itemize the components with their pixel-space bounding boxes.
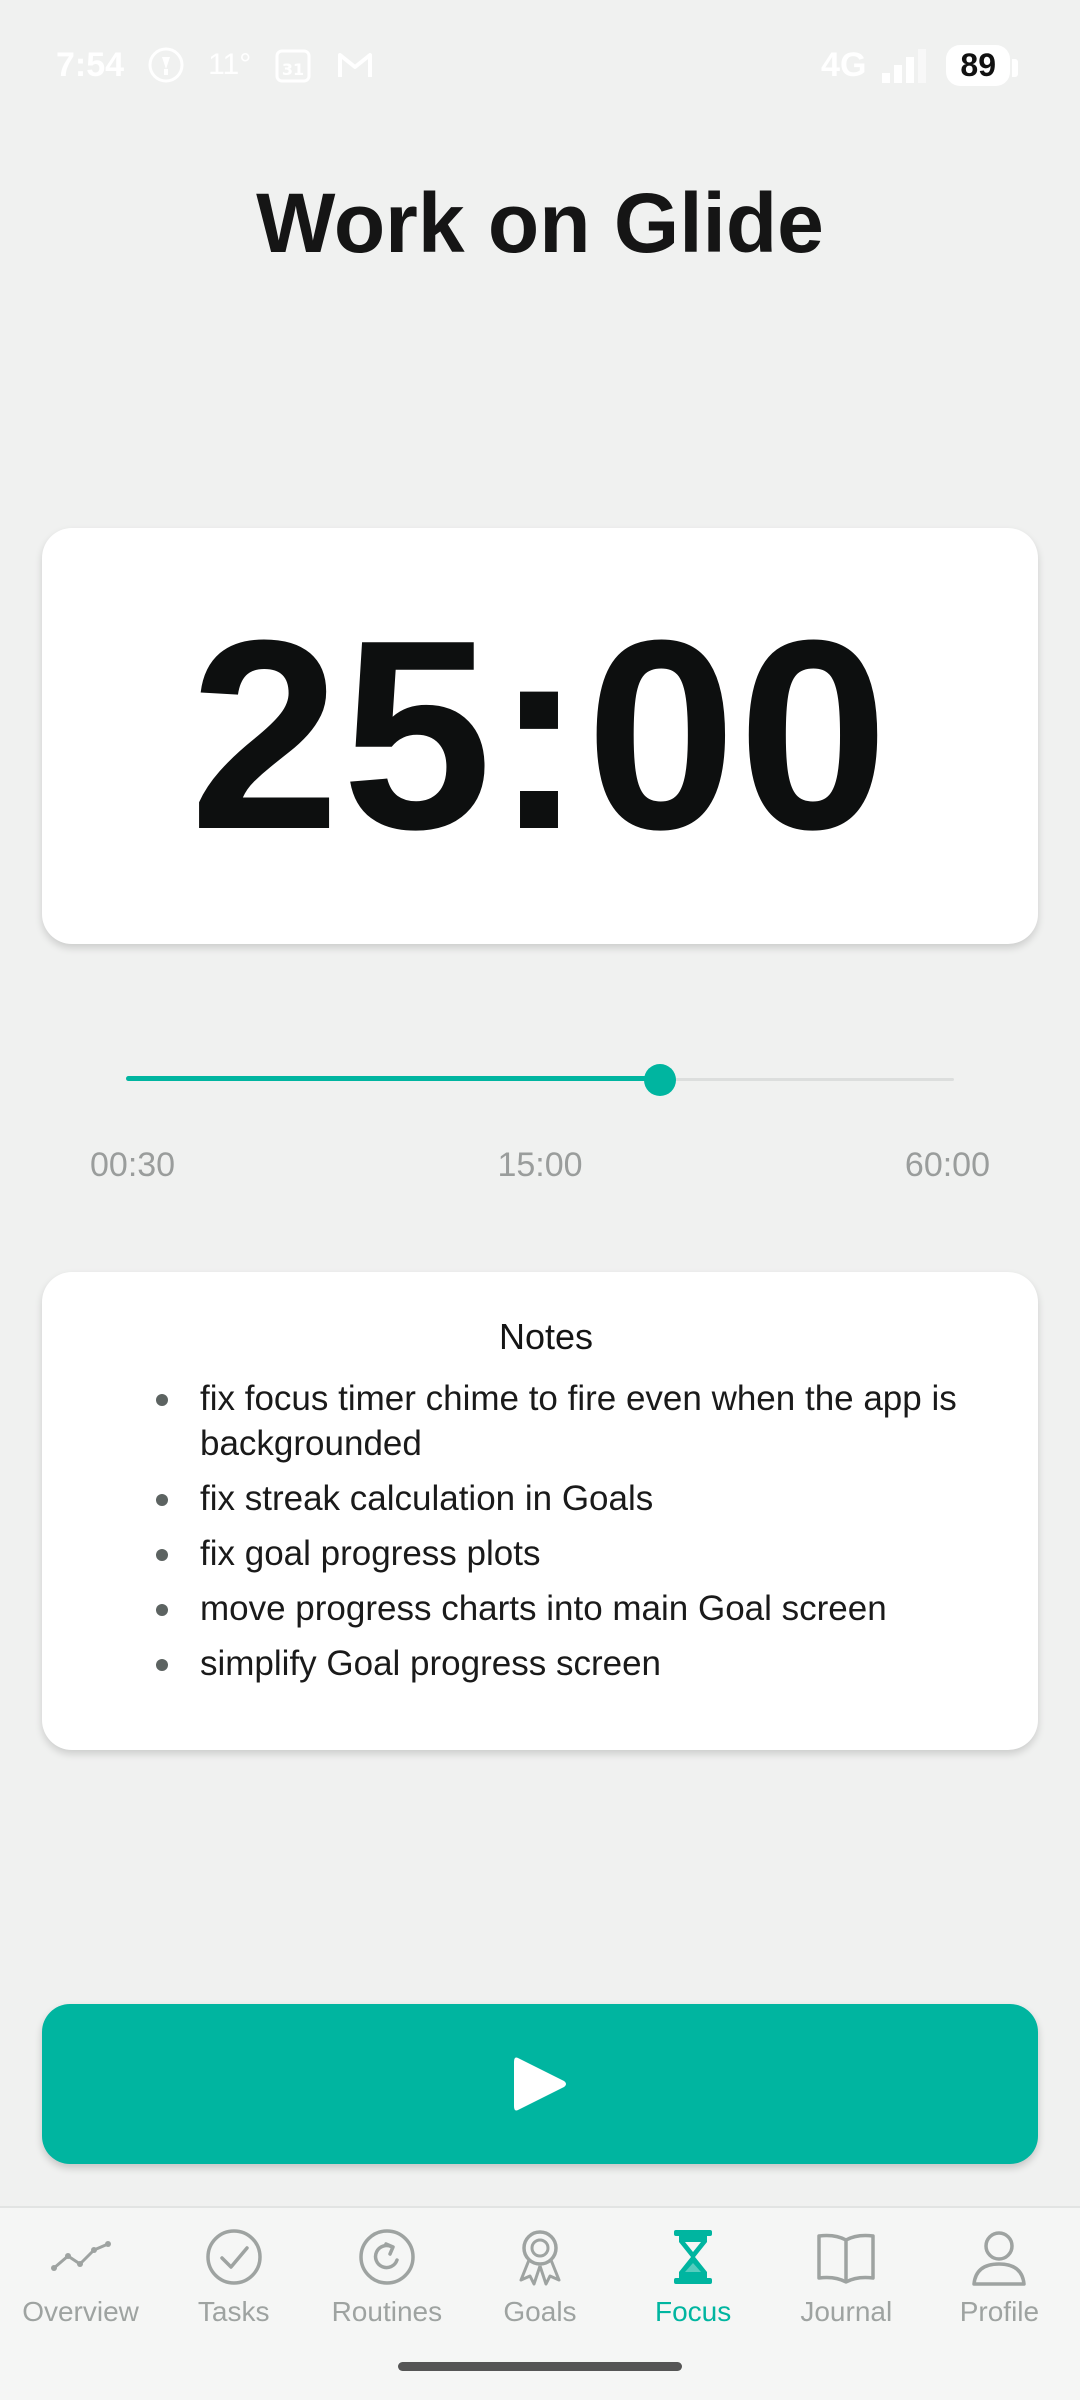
slider-max-label: 60:00 bbox=[904, 1146, 990, 1184]
gmail-icon bbox=[338, 53, 373, 77]
notes-card: Notes fix focus timer chime to fire even… bbox=[42, 1272, 1038, 1750]
page-title: Work on Glide bbox=[256, 176, 824, 270]
status-right: 4G 89 bbox=[821, 44, 1018, 86]
nav-item-journal[interactable]: Journal bbox=[771, 2208, 921, 2400]
list-item: fix goal progress plots bbox=[114, 1531, 978, 1576]
list-item: simplify Goal progress screen bbox=[114, 1641, 978, 1686]
calendar-day: 31 bbox=[282, 60, 304, 79]
play-button[interactable] bbox=[42, 2004, 1038, 2164]
notification-icon bbox=[148, 47, 184, 83]
focus-screen: 7:54 11° 31 4G 89 Work on Glide 25:00 00… bbox=[0, 0, 1080, 2400]
slider-labels: 00:30 15:00 60:00 bbox=[90, 1146, 990, 1185]
battery-indicator: 89 bbox=[946, 44, 1018, 86]
notes-list: fix focus timer chime to fire even when … bbox=[114, 1376, 978, 1686]
timer-card: 25:00 bbox=[42, 528, 1038, 944]
nav-item-goals[interactable]: Goals bbox=[465, 2208, 615, 2400]
status-time: 7:54 bbox=[56, 45, 125, 84]
nav-label: Routines bbox=[331, 2296, 443, 2327]
signal-icon bbox=[882, 49, 927, 83]
check-circle-icon bbox=[205, 2229, 262, 2285]
network-type: 4G bbox=[821, 45, 867, 84]
slider-thumb[interactable] bbox=[644, 1064, 677, 1096]
nav-label: Goals bbox=[503, 2296, 577, 2327]
list-item: fix focus timer chime to fire even when … bbox=[114, 1376, 978, 1466]
nav-item-focus[interactable]: Focus bbox=[618, 2208, 768, 2400]
nav-label: Overview bbox=[22, 2296, 139, 2327]
nav-item-tasks[interactable]: Tasks bbox=[159, 2208, 309, 2400]
book-icon bbox=[817, 2233, 876, 2284]
status-temperature: 11° bbox=[208, 48, 252, 81]
slider-min-label: 00:30 bbox=[90, 1146, 176, 1184]
nav-item-profile[interactable]: Profile bbox=[924, 2208, 1074, 2400]
person-icon bbox=[972, 2231, 1027, 2286]
slider-fill bbox=[126, 1076, 661, 1081]
refresh-circle-icon bbox=[359, 2229, 415, 2285]
list-item: move progress charts into main Goal scre… bbox=[114, 1586, 978, 1631]
medal-icon bbox=[519, 2230, 561, 2286]
nav-item-routines[interactable]: Routines bbox=[312, 2208, 462, 2400]
nav-label: Journal bbox=[800, 2296, 893, 2327]
list-item: fix streak calculation in Goals bbox=[114, 1476, 978, 1521]
hourglass-icon bbox=[674, 2230, 713, 2284]
duration-slider[interactable] bbox=[126, 1052, 954, 1108]
nav-label: Tasks bbox=[197, 2296, 270, 2327]
nav-item-overview[interactable]: Overview bbox=[6, 2208, 156, 2400]
play-icon bbox=[514, 2057, 566, 2111]
notes-title: Notes bbox=[498, 1316, 594, 1357]
chart-line-icon bbox=[50, 2241, 111, 2271]
status-left: 7:54 11° 31 bbox=[56, 45, 375, 85]
status-bar: 7:54 11° 31 4G 89 bbox=[0, 0, 1080, 130]
nav-label: Focus bbox=[655, 2296, 732, 2327]
home-indicator[interactable] bbox=[398, 2362, 682, 2371]
calendar-icon: 31 bbox=[275, 49, 311, 83]
slider-mid-label: 15:00 bbox=[497, 1146, 583, 1184]
nav-label: Profile bbox=[959, 2296, 1040, 2327]
timer-display: 25:00 bbox=[189, 585, 891, 886]
